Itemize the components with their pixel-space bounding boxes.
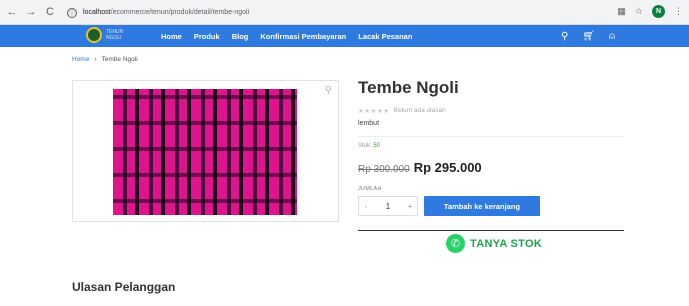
whatsapp-label: TANYA STOK	[470, 237, 543, 250]
back-icon[interactable]: ←	[5, 5, 19, 19]
product-price: Rp 300.000 Rp 295.000	[358, 160, 482, 175]
user-icon[interactable]: ⍝	[609, 31, 615, 42]
divider	[358, 230, 624, 231]
site-navbar: TENUN NGOLI Home Produk Blog Konfirmasi …	[0, 25, 689, 47]
add-to-cart-button[interactable]: Tambah ke keranjang	[424, 196, 540, 216]
whatsapp-ask-stock-button[interactable]: ✆ TANYA STOK	[446, 234, 542, 253]
product-short-description: lembut	[358, 120, 380, 127]
breadcrumb-current: Tembe Ngoli	[101, 56, 138, 63]
quantity-increase-button[interactable]: +	[403, 202, 417, 211]
whatsapp-icon: ✆	[446, 234, 465, 253]
site-info-icon[interactable]: ⓘ	[67, 7, 77, 18]
rating-stars-icon: ★★★★★	[358, 108, 390, 115]
search-icon[interactable]: ⚲	[561, 31, 568, 42]
zoom-icon[interactable]: ⚲	[325, 85, 332, 96]
site-logo[interactable]: TENUN NGOLI	[86, 27, 128, 43]
sale-price: Rp 295.000	[413, 160, 482, 175]
rating-text: Belum ada ulasan	[393, 107, 446, 114]
main-menu: Home Produk Blog Konfirmasi Pembayaran L…	[161, 25, 424, 47]
bookmark-star-icon[interactable]: ☆	[635, 6, 643, 17]
menu-produk[interactable]: Produk	[194, 32, 220, 41]
quantity-label: JUMLAH	[358, 186, 382, 192]
breadcrumb-separator-icon: ›	[94, 56, 97, 63]
reviews-heading: Ulasan Pelanggan	[72, 280, 176, 294]
menu-konfirmasi-pembayaran[interactable]: Konfirmasi Pembayaran	[260, 32, 346, 41]
product-image[interactable]	[113, 89, 297, 215]
url-host: localhost	[83, 9, 111, 16]
profile-avatar[interactable]: N	[652, 5, 665, 18]
menu-lacak-pesanan[interactable]: Lacak Pesanan	[358, 32, 412, 41]
url-path: /ecommerce/tenun/produk/detail/tembe-ngo…	[110, 9, 250, 16]
browser-toolbar: ← → C ⓘ localhost /ecommerce/tenun/produ…	[0, 0, 689, 25]
old-price: Rp 300.000	[358, 164, 410, 175]
stock-value: 50	[373, 143, 381, 149]
divider	[358, 136, 624, 137]
product-gallery: ⚲	[72, 80, 339, 222]
menu-home[interactable]: Home	[161, 32, 182, 41]
stock-label: Stok:	[358, 143, 372, 149]
quantity-decrease-button[interactable]: -	[359, 202, 373, 211]
logo-text: TENUN NGOLI	[106, 29, 124, 41]
menu-blog[interactable]: Blog	[232, 32, 249, 41]
breadcrumb-home[interactable]: Home	[72, 56, 89, 63]
navbar-icons: ⚲ 🛒︎ ⍝	[561, 25, 615, 47]
menu-dots-icon[interactable]: ⋮	[674, 6, 683, 17]
forward-icon[interactable]: →	[24, 5, 38, 19]
browser-actions: ▦ ☆ N ⋮	[617, 5, 683, 18]
cart-icon[interactable]: 🛒︎	[582, 31, 595, 42]
product-rating: ★★★★★ Belum ada ulasan	[358, 107, 446, 115]
breadcrumb: Home › Tembe Ngoli	[72, 56, 138, 63]
stock-info: Stok: 50	[358, 143, 380, 149]
logo-emblem-icon	[86, 27, 102, 43]
translate-icon[interactable]: ▦	[617, 6, 626, 17]
quantity-stepper: - 1 +	[358, 196, 418, 216]
quantity-input[interactable]: 1	[373, 202, 403, 211]
address-bar[interactable]: ⓘ localhost /ecommerce/tenun/produk/deta…	[67, 5, 607, 20]
reload-icon[interactable]: C	[43, 5, 57, 19]
product-title: Tembe Ngoli	[358, 78, 459, 97]
